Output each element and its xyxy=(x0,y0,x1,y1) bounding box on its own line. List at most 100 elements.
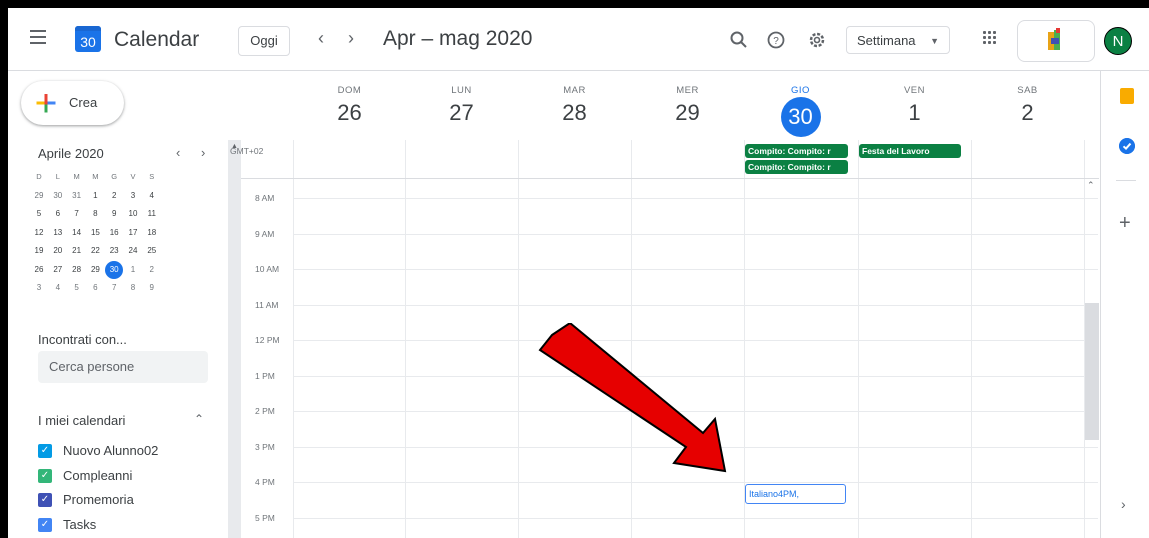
mini-day[interactable]: 2 xyxy=(105,187,123,206)
mini-day[interactable]: 25 xyxy=(143,242,161,261)
mini-day[interactable]: 20 xyxy=(49,242,67,261)
mini-day[interactable]: 16 xyxy=(105,224,123,243)
mini-day[interactable]: 9 xyxy=(105,205,123,224)
day-name: MAR xyxy=(563,85,586,96)
calendar-logo-icon: 30 xyxy=(75,26,101,52)
mini-day[interactable]: 8 xyxy=(124,279,142,298)
day-number-today[interactable]: 30 xyxy=(780,97,821,137)
day-column-divider xyxy=(971,140,972,538)
chevron-left-icon[interactable]: ‹ xyxy=(318,28,324,49)
mini-next-icon[interactable]: › xyxy=(201,145,205,160)
mini-day[interactable]: 5 xyxy=(30,205,48,224)
mini-weekday: M xyxy=(73,172,80,181)
timed-event[interactable]: Italiano4PM, xyxy=(745,484,846,504)
mini-day[interactable]: 1 xyxy=(86,187,104,206)
expand-panel-icon[interactable]: › xyxy=(1121,496,1126,512)
mini-day[interactable]: 2 xyxy=(143,261,161,280)
checkbox-icon[interactable]: ✓ xyxy=(38,444,52,458)
gear-icon[interactable] xyxy=(807,30,827,50)
allday-event[interactable]: Compito: Compito: r xyxy=(745,160,848,174)
mini-day[interactable]: 13 xyxy=(49,224,67,243)
day-number[interactable]: 1 xyxy=(860,100,970,126)
grid-scrollbar[interactable]: ⌃ xyxy=(1085,178,1099,538)
scrollbar-thumb[interactable] xyxy=(1085,303,1099,440)
mini-day[interactable]: 15 xyxy=(86,224,104,243)
mini-weekday: V xyxy=(130,172,136,181)
avatar[interactable]: N xyxy=(1104,27,1132,55)
mini-day[interactable]: 7 xyxy=(105,279,123,298)
mini-day[interactable]: 30 xyxy=(105,260,124,279)
mini-day[interactable]: 3 xyxy=(124,187,142,206)
mini-day[interactable]: 22 xyxy=(86,242,104,261)
mini-day[interactable]: 30 xyxy=(49,187,67,206)
mini-weekday: G xyxy=(111,172,118,181)
mini-day[interactable]: 6 xyxy=(86,279,104,298)
view-select[interactable]: Settimana ▼ xyxy=(846,26,950,54)
mini-day[interactable]: 17 xyxy=(124,224,142,243)
hour-label: 3 PM xyxy=(255,441,275,452)
day-name: GIO xyxy=(791,85,810,96)
allday-event[interactable]: Festa del Lavoro xyxy=(859,144,961,158)
tasks-icon[interactable] xyxy=(1119,138,1135,154)
hour-label: 12 PM xyxy=(255,335,280,345)
today-button[interactable]: Oggi xyxy=(238,26,290,56)
chevron-up-icon[interactable]: ⌃ xyxy=(194,412,204,426)
mini-day[interactable]: 18 xyxy=(143,224,161,243)
scroll-up-icon[interactable]: ⌃ xyxy=(1087,180,1095,191)
mini-day[interactable]: 1 xyxy=(124,261,142,280)
chevron-right-icon[interactable]: › xyxy=(348,28,354,49)
day-number[interactable]: 2 xyxy=(973,100,1083,126)
mini-day[interactable]: 5 xyxy=(68,279,86,298)
checkbox-icon[interactable]: ✓ xyxy=(38,493,52,507)
hour-label: 9 AM xyxy=(255,228,275,239)
mini-day[interactable]: 14 xyxy=(68,224,86,243)
day-number[interactable]: 29 xyxy=(633,100,743,126)
mini-day[interactable]: 11 xyxy=(143,205,161,224)
search-people-input[interactable]: Cerca persone xyxy=(38,351,208,383)
create-label: Crea xyxy=(69,95,98,110)
add-addon-icon[interactable]: + xyxy=(1119,212,1131,235)
search-icon[interactable] xyxy=(729,30,749,50)
mini-day[interactable]: 24 xyxy=(124,242,142,261)
apps-grid-icon[interactable] xyxy=(983,31,997,45)
mini-week-row: 12 13 14 15 16 17 18 xyxy=(30,224,218,243)
allday-event[interactable]: Compito: Compito: r xyxy=(745,144,848,158)
mini-prev-icon[interactable]: ‹ xyxy=(176,145,180,160)
day-name: LUN xyxy=(451,85,472,96)
mini-day[interactable]: 4 xyxy=(143,187,161,206)
mini-day[interactable]: 28 xyxy=(68,261,86,280)
mini-day[interactable]: 9 xyxy=(143,279,161,298)
day-number[interactable]: 26 xyxy=(295,100,405,126)
mini-day[interactable]: 12 xyxy=(30,224,48,243)
main-menu-icon[interactable] xyxy=(30,30,46,44)
mini-day[interactable]: 10 xyxy=(124,205,142,224)
meet-with-title: Incontrati con... xyxy=(38,332,127,347)
day-number[interactable]: 27 xyxy=(407,100,517,126)
mini-day[interactable]: 26 xyxy=(30,261,48,280)
hour-label: 2 PM xyxy=(255,406,275,416)
mini-day[interactable]: 31 xyxy=(68,187,86,206)
organization-logo[interactable] xyxy=(1017,20,1095,62)
mini-calendar: D L M M G V S 29 30 31 1 2 3 4 5 6 7 8 9 10 11 12 13 14 15 16 17 18… xyxy=(30,168,218,298)
mini-day[interactable]: 6 xyxy=(49,205,67,224)
mini-day[interactable]: 8 xyxy=(86,205,104,224)
mini-day[interactable]: 29 xyxy=(30,187,48,206)
mini-day[interactable]: 27 xyxy=(49,261,67,280)
my-calendars-title[interactable]: I miei calendari xyxy=(38,413,125,428)
checkbox-icon[interactable]: ✓ xyxy=(38,468,52,483)
keep-icon[interactable] xyxy=(1120,88,1134,104)
mini-day[interactable]: 23 xyxy=(105,242,123,261)
view-select-label: Settimana xyxy=(857,33,916,48)
mini-day[interactable]: 29 xyxy=(86,261,104,280)
hour-label: 1 PM xyxy=(255,370,275,381)
mini-day[interactable]: 19 xyxy=(30,242,48,261)
mini-day[interactable]: 7 xyxy=(68,205,86,224)
mini-day[interactable]: 4 xyxy=(49,279,67,298)
create-button[interactable]: Crea xyxy=(21,81,124,125)
collapse-allday-icon[interactable]: ▲ xyxy=(231,143,238,150)
help-icon[interactable]: ? xyxy=(766,30,786,50)
day-number[interactable]: 28 xyxy=(520,100,630,126)
mini-day[interactable]: 21 xyxy=(68,242,86,261)
mini-day[interactable]: 3 xyxy=(30,279,48,298)
checkbox-icon[interactable]: ✓ xyxy=(38,517,52,532)
